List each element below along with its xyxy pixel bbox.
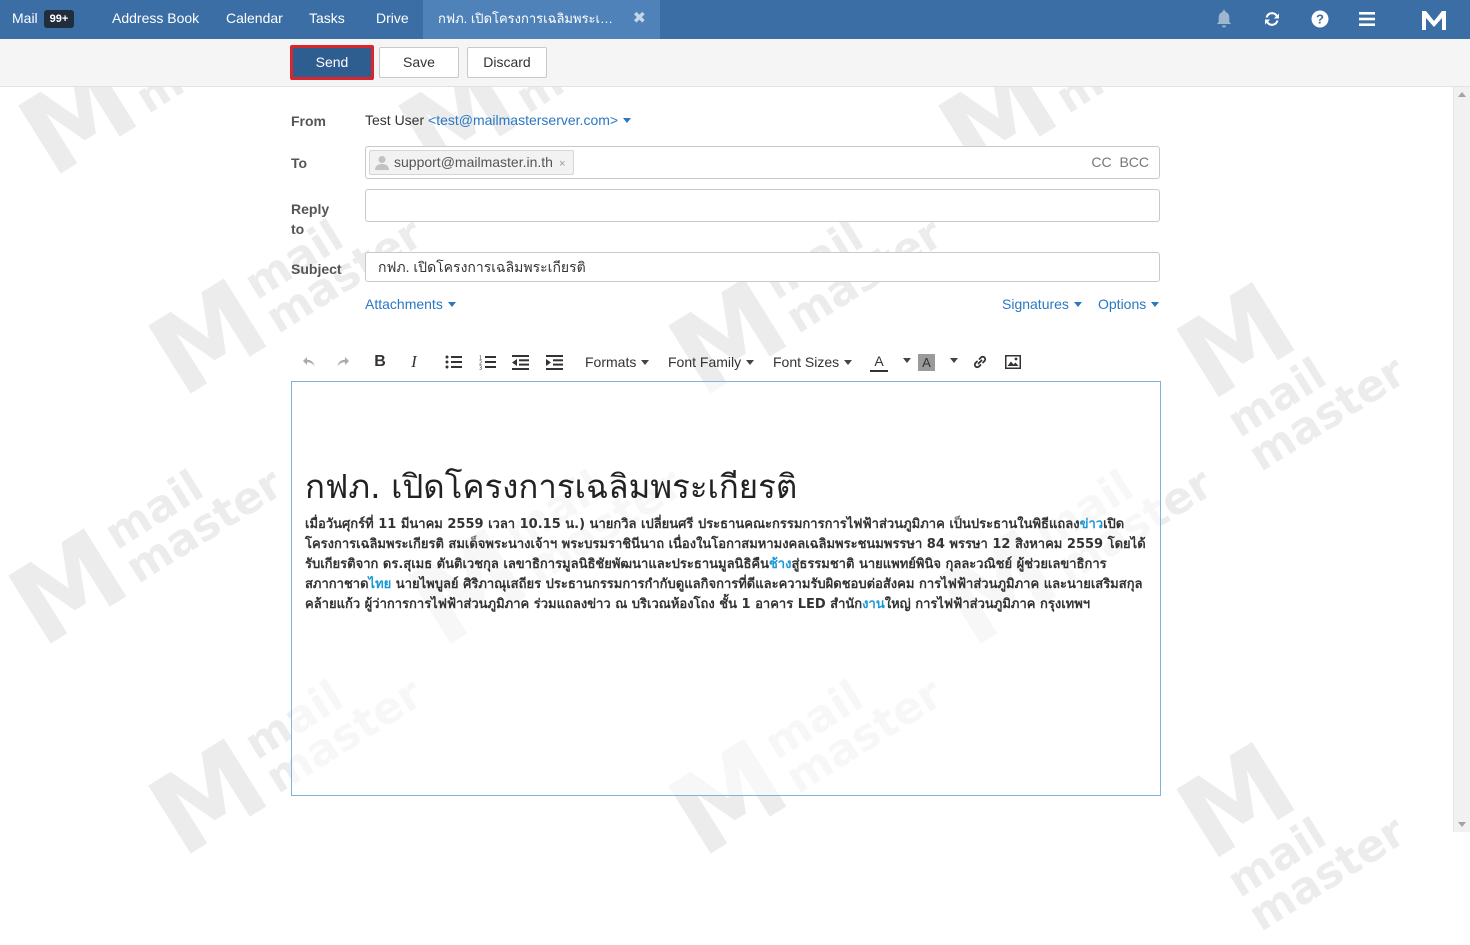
- discard-button[interactable]: Discard: [467, 47, 547, 78]
- scroll-up-icon[interactable]: [1458, 92, 1466, 97]
- nav-tasks[interactable]: Tasks: [309, 0, 345, 39]
- numbered-list-icon[interactable]: 123: [477, 350, 497, 374]
- undo-icon[interactable]: [299, 350, 319, 374]
- chevron-down-icon: [623, 118, 632, 123]
- chevron-down-icon: [641, 360, 650, 365]
- chevron-down-icon: [950, 358, 958, 363]
- recipient-email: support@mailmaster.in.th: [394, 154, 553, 170]
- scroll-down-icon[interactable]: [1458, 822, 1466, 827]
- chevron-down-icon: [1151, 302, 1160, 307]
- image-icon[interactable]: [1003, 350, 1023, 374]
- cc-bcc-toggle[interactable]: CC BCC: [1091, 147, 1149, 178]
- from-email: <test@mailmasterserver.com>: [428, 112, 619, 128]
- from-label: From: [291, 113, 326, 129]
- message-editor[interactable]: กฟภ. เปิดโครงการเฉลิมพระเกียรติ เมื่อวัน…: [291, 381, 1161, 796]
- person-icon: [375, 156, 389, 170]
- indent-icon[interactable]: [544, 350, 564, 374]
- options-dropdown[interactable]: Options: [1098, 296, 1160, 312]
- nav-drive[interactable]: Drive: [376, 0, 409, 39]
- formats-dropdown[interactable]: Formats: [585, 354, 650, 370]
- subject-value: กฟภ. เปิดโครงการเฉลิมพระเกียรติ: [378, 259, 586, 275]
- background-color-dropdown[interactable]: [945, 352, 958, 368]
- mailmaster-logo: [1420, 7, 1448, 33]
- chevron-down-icon: [844, 360, 853, 365]
- keyword-link[interactable]: ข่าว: [1080, 517, 1104, 532]
- reply-to-field[interactable]: [365, 189, 1160, 222]
- bell-icon[interactable]: [1213, 8, 1235, 30]
- compose-tab-label: กฟภ. เปิดโครงการเฉลิมพระเกียรติ: [438, 11, 618, 26]
- message-heading: กฟภ. เปิดโครงการเฉลิมพระเกียรติ: [305, 467, 798, 506]
- bold-icon[interactable]: B: [370, 350, 390, 374]
- page-scrollbar[interactable]: [1453, 87, 1470, 832]
- nav-address-book[interactable]: Address Book: [112, 0, 199, 39]
- chevron-down-icon: [746, 360, 755, 365]
- nav-calendar[interactable]: Calendar: [226, 0, 283, 39]
- nav-mail[interactable]: Mail 99+: [12, 0, 75, 39]
- text-color-button[interactable]: A: [870, 352, 888, 372]
- bullet-list-icon[interactable]: [443, 350, 463, 374]
- redo-icon[interactable]: [333, 350, 353, 374]
- chevron-down-icon: [903, 358, 911, 363]
- top-nav-bar: Mail 99+ Address Book Calendar Tasks Driv…: [0, 0, 1470, 39]
- to-field[interactable]: support@mailmaster.in.th × CC BCC: [365, 146, 1160, 179]
- keyword-link[interactable]: งาน: [862, 597, 885, 612]
- save-button[interactable]: Save: [379, 47, 459, 78]
- font-family-dropdown[interactable]: Font Family: [668, 354, 755, 370]
- text-color-dropdown[interactable]: [898, 352, 911, 368]
- from-selector[interactable]: Test User <test@mailmasterserver.com>: [365, 112, 632, 128]
- watermark: Mmailmaster: [0, 458, 292, 672]
- send-button[interactable]: Send: [290, 45, 374, 80]
- close-icon[interactable]: ✖: [633, 0, 646, 37]
- watermark: Mmailmaster: [1156, 257, 1415, 482]
- compose-toolbar: Send Save Discard: [0, 39, 1470, 87]
- menu-icon[interactable]: [1356, 8, 1378, 30]
- watermark: Mmailmaster: [1156, 717, 1415, 942]
- keyword-link[interactable]: ช้าง: [769, 557, 791, 572]
- subject-label: Subject: [291, 261, 342, 277]
- nav-mail-label: Mail: [12, 10, 38, 26]
- chevron-down-icon: [1073, 302, 1082, 307]
- compose-tab[interactable]: กฟภ. เปิดโครงการเฉลิมพระเกียรติ ✖: [423, 0, 660, 39]
- attachments-dropdown[interactable]: Attachments: [365, 296, 456, 312]
- message-body: เมื่อวันศุกร์ที่ 11 มีนาคม 2559 เวลา 10.…: [305, 517, 1146, 612]
- keyword-link[interactable]: ไทย: [369, 577, 392, 592]
- outdent-icon[interactable]: [510, 350, 530, 374]
- recipient-chip[interactable]: support@mailmaster.in.th ×: [369, 150, 575, 175]
- to-label: To: [291, 155, 308, 171]
- background-color-button[interactable]: A: [918, 354, 935, 371]
- refresh-icon[interactable]: [1261, 8, 1283, 30]
- svg-text:?: ?: [1316, 12, 1324, 27]
- from-name: Test User: [365, 112, 425, 128]
- unread-badge: 99+: [43, 10, 75, 28]
- remove-recipient-icon[interactable]: ×: [559, 158, 565, 170]
- reply-to-label: Reply to: [291, 201, 330, 237]
- chevron-down-icon: [447, 302, 456, 307]
- signatures-dropdown[interactable]: Signatures: [1002, 296, 1082, 312]
- subject-field[interactable]: กฟภ. เปิดโครงการเฉลิมพระเกียรติ: [365, 252, 1160, 282]
- font-sizes-dropdown[interactable]: Font Sizes: [773, 354, 853, 370]
- svg-text:3: 3: [479, 365, 482, 370]
- link-icon[interactable]: [970, 350, 990, 374]
- help-icon[interactable]: ?: [1309, 8, 1331, 30]
- italic-icon[interactable]: I: [404, 350, 424, 374]
